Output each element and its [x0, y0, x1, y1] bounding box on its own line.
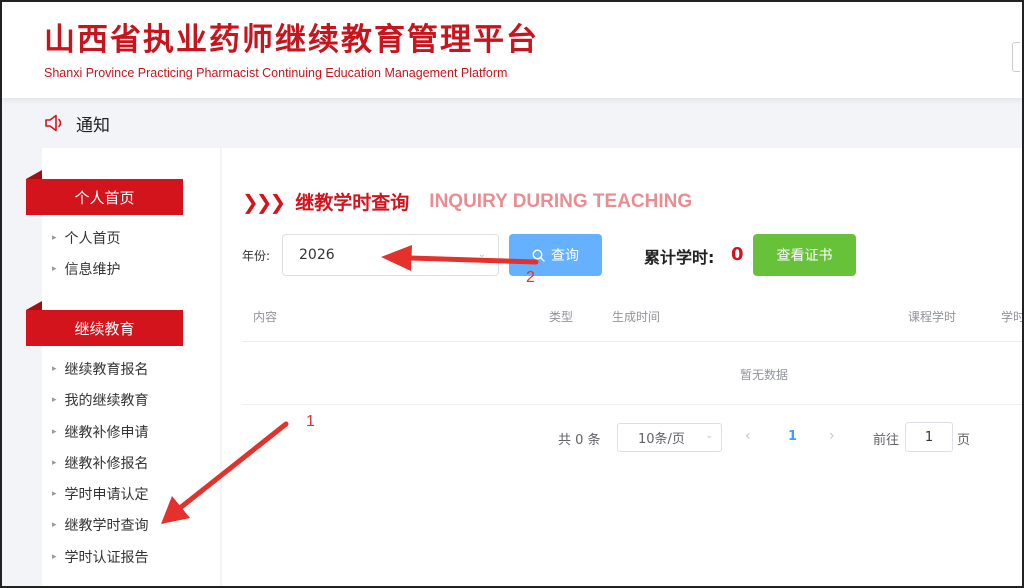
sidebar-item-label: 我的继续教育	[64, 393, 149, 409]
header-right-control[interactable]	[1012, 42, 1020, 72]
column-header-hours: 学时	[1001, 310, 1024, 324]
sidebar-item-label: 继教补修申请	[64, 425, 149, 441]
search-icon	[532, 248, 545, 262]
site-header: 山西省执业药师继续教育管理平台 Shanxi Province Practici…	[2, 2, 1022, 98]
sidebar-item-ce-registration[interactable]: ▸ 继续教育报名	[52, 359, 149, 379]
chevron-right-icon: ▸	[52, 552, 57, 562]
sidebar-item-label: 继教补修报名	[64, 456, 149, 472]
sidebar-item-my-ce[interactable]: ▸ 我的继续教育	[52, 390, 149, 410]
sidebar-item-label: 学时认证报告	[64, 550, 149, 566]
empty-state-text: 暂无数据	[740, 368, 789, 382]
chevron-right-icon: ▸	[52, 264, 57, 274]
sidebar-item-hours-certification[interactable]: ▸ 学时申请认定	[52, 484, 149, 504]
page-size-select[interactable]: 10条/页 ⌄	[617, 423, 722, 452]
pagination-total: 共 0 条	[558, 433, 601, 448]
column-header-type: 类型	[549, 310, 574, 324]
chevron-right-icon: ▸	[52, 520, 57, 530]
annotation-label-2: 2	[526, 269, 535, 286]
sidebar-section-continuing-education[interactable]: 继续教育	[26, 301, 183, 346]
speaker-icon	[45, 114, 62, 132]
next-page-button[interactable]: ›	[829, 428, 835, 444]
page-number-current[interactable]: 1	[788, 429, 797, 444]
sidebar-item-label: 继续教育报名	[64, 362, 149, 378]
sidebar-item-info-maintenance[interactable]: ▸ 信息维护	[52, 259, 121, 279]
notice-bar[interactable]: 通知	[44, 110, 110, 136]
total-hours-value: 0	[731, 244, 744, 265]
year-value: 2026	[299, 247, 335, 263]
chevron-right-icon: ▸	[52, 395, 57, 405]
page-size-value: 10条/页	[638, 432, 685, 447]
sidebar-item-personal-home[interactable]: ▸ 个人首页	[52, 228, 121, 248]
chevron-right-icon: ▸	[52, 233, 57, 243]
sidebar-item-label: 继教学时查询	[64, 518, 149, 534]
page-unit-label: 页	[957, 433, 971, 448]
page-title: 继教学时查询	[295, 192, 410, 214]
year-label: 年份:	[242, 249, 271, 263]
column-header-created-time: 生成时间	[612, 310, 661, 324]
chevron-down-icon: ⌄	[477, 249, 486, 260]
chevron-down-icon: ⌄	[705, 431, 713, 441]
sidebar-item-hours-query[interactable]: ▸ 继教学时查询	[52, 515, 149, 535]
chevron-right-icon: ▸	[52, 364, 57, 374]
goto-label: 前往	[873, 433, 900, 448]
table-header-divider	[242, 341, 1022, 342]
sidebar-item-hours-report[interactable]: ▸ 学时认证报告	[52, 547, 149, 567]
sidebar-item-label: 学时申请认定	[64, 487, 149, 503]
annotation-label-1: 1	[306, 413, 315, 430]
sidebar-item-label: 信息维护	[64, 262, 121, 278]
prev-page-button[interactable]: ‹	[745, 428, 751, 444]
sidebar: 个人首页 ▸ 个人首页 ▸ 信息维护 继续教育 ▸ 继续教育报名 ▸ 我的继续教…	[26, 148, 220, 588]
notice-label: 通知	[76, 115, 110, 136]
chevron-right-icon: ▸	[52, 458, 57, 468]
page-title-english: INQUIRY DURING TEACHING	[429, 190, 693, 212]
chevron-right-icon: ▸	[52, 427, 57, 437]
column-header-course-hours: 课程学时	[908, 310, 957, 324]
total-hours-label: 累计学时:	[644, 248, 715, 267]
table-bottom-divider	[242, 404, 1022, 405]
site-subtitle: Shanxi Province Practicing Pharmacist Co…	[44, 66, 508, 80]
view-certificate-button[interactable]: 查看证书	[753, 234, 856, 276]
section-header: ❯❯❯ 继教学时查询 INQUIRY DURING TEACHING	[242, 188, 692, 215]
year-select[interactable]: 2026 ⌄	[282, 234, 499, 276]
query-button[interactable]: 查询	[509, 234, 602, 276]
goto-page-input[interactable]	[905, 422, 953, 452]
query-button-label: 查询	[551, 248, 579, 264]
sidebar-section-personal[interactable]: 个人首页	[26, 170, 183, 215]
chevron-right-icon: ▸	[52, 489, 57, 499]
sidebar-item-label: 个人首页	[64, 231, 121, 247]
column-header-content: 内容	[253, 310, 278, 324]
triple-chevron-icon: ❯❯❯	[242, 189, 286, 214]
sidebar-item-makeup-registration[interactable]: ▸ 继教补修报名	[52, 453, 149, 473]
main-panel: ❯❯❯ 继教学时查询 INQUIRY DURING TEACHING 年份: 2…	[222, 148, 1024, 586]
sidebar-item-makeup-application[interactable]: ▸ 继教补修申请	[52, 422, 149, 442]
site-title: 山西省执业药师继续教育管理平台	[44, 22, 539, 58]
